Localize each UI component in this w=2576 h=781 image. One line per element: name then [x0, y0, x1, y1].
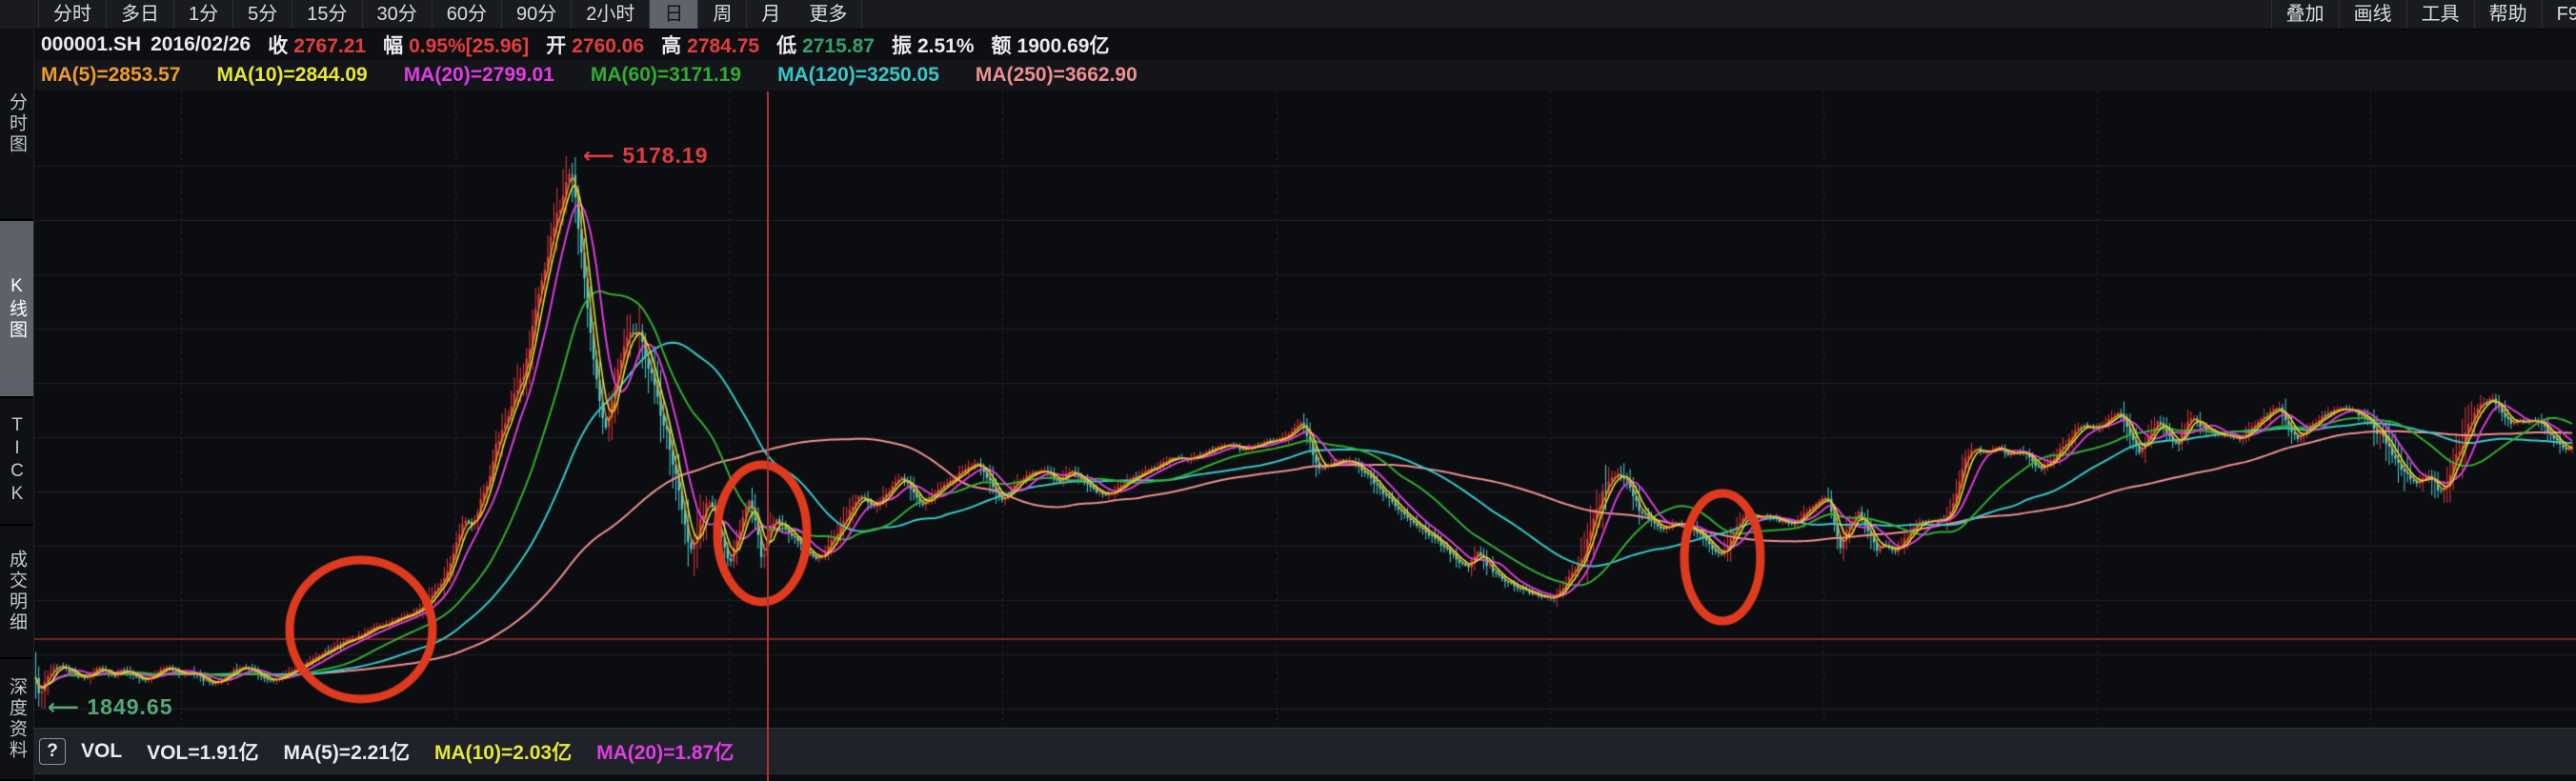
ma120-legend: MA(120)=3250.05: [777, 64, 939, 87]
vol-value: VOL=1.91亿: [147, 737, 258, 766]
field-close: 收2767.21: [268, 30, 366, 59]
tab-5min[interactable]: 5分: [232, 0, 292, 29]
quote-info-bar: 000001.SH 2016/02/26 收2767.21 幅0.95%[25.…: [33, 30, 2576, 60]
ma60-legend: MA(60)=3171.19: [591, 64, 741, 87]
tab-fenshi[interactable]: 分时: [38, 0, 106, 29]
tab-daily[interactable]: 日: [649, 0, 697, 29]
field-low: 低2715.87: [776, 30, 875, 59]
tool-menu: 叠加 画线 工具 帮助 F9: [2271, 0, 2576, 29]
vol-ma10: MA(10)=2.03亿: [434, 737, 572, 766]
period-tabs: 分时 多日 1分 5分 15分 30分 60分 90分 2小时 日 周 月 更多: [38, 0, 862, 29]
tab-duori[interactable]: 多日: [106, 0, 173, 29]
sidebar-item-shendu[interactable]: 深度资料: [0, 659, 33, 781]
vol-ma5: MA(5)=2.21亿: [283, 737, 409, 766]
sidebar-item-chengjiaomingxi[interactable]: 成交明细: [0, 526, 33, 659]
tab-2hour[interactable]: 2小时: [571, 0, 649, 29]
low-price-annotation: ⟵ 1849.65: [48, 694, 173, 720]
tab-90min[interactable]: 90分: [501, 0, 571, 29]
sidebar-item-klinetu[interactable]: K线图: [0, 221, 33, 398]
menu-f9[interactable]: F9: [2543, 0, 2576, 29]
field-amplitude: 振2.51%: [892, 30, 975, 59]
menu-overlay[interactable]: 叠加: [2271, 0, 2340, 29]
ma20-legend: MA(20)=2799.01: [404, 64, 554, 87]
ma10-legend: MA(10)=2844.09: [217, 64, 368, 87]
kline-chart-canvas[interactable]: [0, 0, 2576, 781]
tab-15min[interactable]: 15分: [292, 0, 361, 29]
vol-title: VOL: [81, 740, 122, 763]
left-sidebar: 分时图 K线图 TICK 成交明细 深度资料: [0, 29, 34, 781]
tab-weekly[interactable]: 周: [697, 0, 746, 29]
sidebar-item-fenshitu[interactable]: 分时图: [0, 29, 33, 221]
ma-legend-bar: MA(5)=2853.57 MA(10)=2844.09 MA(20)=2799…: [33, 60, 2576, 90]
field-open: 开2760.06: [546, 30, 644, 59]
ma5-legend: MA(5)=2853.57: [41, 64, 181, 87]
symbol-code: 000001.SH: [41, 33, 141, 56]
vol-ma20: MA(20)=1.87亿: [596, 737, 734, 766]
menu-tools[interactable]: 工具: [2407, 0, 2475, 29]
sidebar-item-tick[interactable]: TICK: [0, 398, 33, 526]
crosshair-vertical-line[interactable]: [767, 91, 769, 781]
tab-30min[interactable]: 30分: [362, 0, 432, 29]
field-change: 幅0.95%[25.96]: [383, 30, 529, 59]
tab-1min[interactable]: 1分: [173, 0, 232, 29]
field-high: 高2784.75: [661, 30, 759, 59]
tab-monthly[interactable]: 月: [746, 0, 795, 29]
tab-60min[interactable]: 60分: [432, 0, 501, 29]
help-icon[interactable]: ?: [39, 738, 66, 765]
kline-app: { "toolbar": { "tabs": [ {"label":"分时","…: [0, 0, 2576, 781]
top-toolbar: 分时 多日 1分 5分 15分 30分 60分 90分 2小时 日 周 月 更多…: [0, 0, 2576, 30]
tab-more[interactable]: 更多: [795, 0, 862, 29]
ma250-legend: MA(250)=3662.90: [976, 64, 1137, 87]
volume-legend-bar: ? VOL VOL=1.91亿 MA(5)=2.21亿 MA(10)=2.03亿…: [33, 728, 2576, 774]
quote-date: 2016/02/26: [151, 33, 251, 56]
high-price-annotation: ⟵ 5178.19: [583, 143, 709, 169]
menu-help[interactable]: 帮助: [2475, 0, 2543, 29]
menu-drawline[interactable]: 画线: [2340, 0, 2407, 29]
field-turnover: 额1900.69亿: [992, 30, 1110, 59]
